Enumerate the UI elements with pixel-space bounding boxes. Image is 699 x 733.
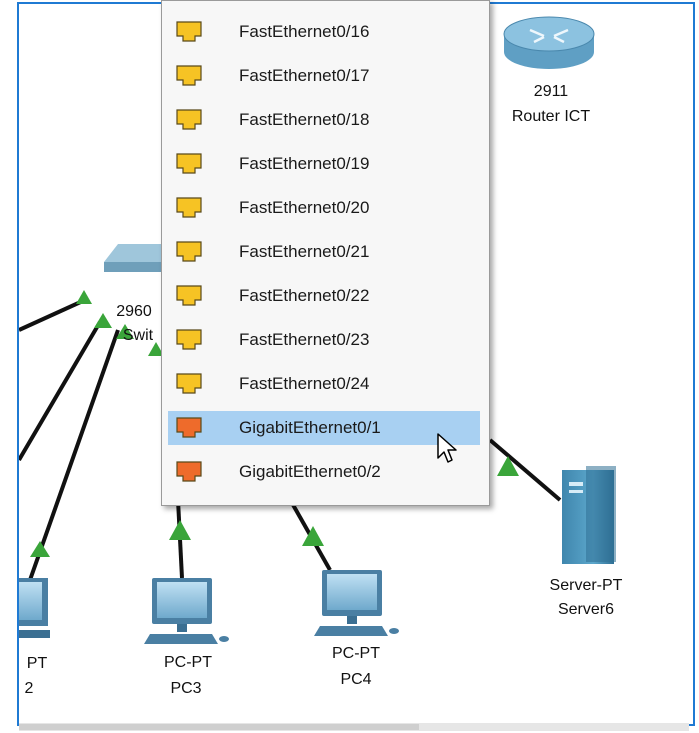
port-menu-item-label: FastEthernet0/22 [239, 286, 370, 305]
pc4-model-label: PC-PT [332, 645, 380, 662]
pc-icon [314, 570, 399, 636]
pc3-device[interactable]: PC-PT PC3 [144, 578, 229, 697]
mouse-cursor-icon [436, 432, 462, 471]
port-menu-item[interactable]: FastEthernet0/19 [168, 147, 480, 181]
port-menu-item[interactable]: FastEthernet0/23 [168, 323, 480, 357]
server-icon [562, 466, 616, 564]
cable-switch-pc1[interactable] [19, 298, 86, 332]
port-menu-item-label: FastEthernet0/16 [239, 22, 370, 41]
pc2-device[interactable]: PT 2 [19, 578, 50, 697]
port-menu-item-label: FastEthernet0/23 [239, 330, 370, 349]
port-menu-item-label: FastEthernet0/24 [239, 374, 370, 393]
switch-icon [104, 244, 168, 272]
port-menu-item-label: FastEthernet0/20 [239, 198, 370, 217]
ethernet-port-icon [175, 197, 203, 219]
router-name-label: Router ICT [512, 108, 590, 125]
port-menu-item[interactable]: FastEthernet0/24 [168, 367, 480, 401]
ethernet-port-icon [175, 21, 203, 43]
ethernet-port-icon [175, 65, 203, 87]
ethernet-port-icon [175, 461, 203, 483]
ethernet-port-icon [175, 285, 203, 307]
port-menu-item[interactable]: FastEthernet0/18 [168, 103, 480, 137]
switch-model-label: 2960 [116, 303, 152, 320]
port-menu-item[interactable]: FastEthernet0/17 [168, 59, 480, 93]
pc2-name-label: 2 [25, 680, 34, 697]
port-selection-menu: FastEthernet0/16 FastEthernet0/17 FastEthe… [161, 0, 490, 506]
switch-device[interactable]: 2960 Swit [104, 244, 168, 344]
port-menu-item[interactable]: FastEthernet0/22 [168, 279, 480, 313]
router-device[interactable]: 2911 Router ICT [503, 16, 595, 125]
port-menu-item[interactable]: GigabitEthernet0/2 [168, 455, 480, 489]
ethernet-port-icon [175, 417, 203, 439]
ethernet-port-icon [175, 241, 203, 263]
server-model-label: Server-PT [550, 577, 623, 594]
port-menu-item[interactable]: GigabitEthernet0/1 [168, 411, 480, 445]
port-menu-item-label: FastEthernet0/19 [239, 154, 370, 173]
pc4-name-label: PC4 [340, 671, 371, 688]
link-light [94, 313, 112, 328]
port-menu-item-label: GigabitEthernet0/2 [239, 462, 381, 481]
port-menu-item-label: FastEthernet0/17 [239, 66, 370, 85]
port-menu-item[interactable]: FastEthernet0/16 [168, 15, 480, 49]
link-light [30, 541, 50, 557]
port-menu-item-label: FastEthernet0/18 [239, 110, 370, 129]
pc2-model-label: PT [27, 655, 48, 672]
ethernet-port-icon [175, 373, 203, 395]
ethernet-port-icon [175, 153, 203, 175]
server-name-label: Server6 [558, 601, 614, 618]
pc4-device[interactable]: PC-PT PC4 [314, 570, 399, 688]
cable-switch-pc-a[interactable] [19, 320, 102, 462]
port-menu-item-label: FastEthernet0/21 [239, 242, 370, 261]
pc-icon [144, 578, 229, 644]
link-light [497, 456, 519, 476]
pc3-name-label: PC3 [170, 680, 201, 697]
port-menu-item[interactable]: FastEthernet0/20 [168, 191, 480, 225]
link-light [169, 520, 191, 540]
port-menu-item-label: GigabitEthernet0/1 [239, 418, 381, 437]
port-menu-item[interactable]: FastEthernet0/21 [168, 235, 480, 269]
scrollbar-thumb[interactable] [19, 724, 419, 730]
link-light [76, 290, 92, 304]
router-model-label: 2911 [534, 83, 569, 100]
pc3-model-label: PC-PT [164, 654, 212, 671]
server-device[interactable]: Server-PT Server6 [550, 466, 623, 618]
horizontal-scrollbar[interactable] [19, 723, 689, 731]
pc-icon [19, 578, 50, 638]
router-icon [503, 16, 595, 69]
ethernet-port-icon [175, 329, 203, 351]
switch-name-label: Swit [123, 327, 154, 344]
ethernet-port-icon [175, 109, 203, 131]
